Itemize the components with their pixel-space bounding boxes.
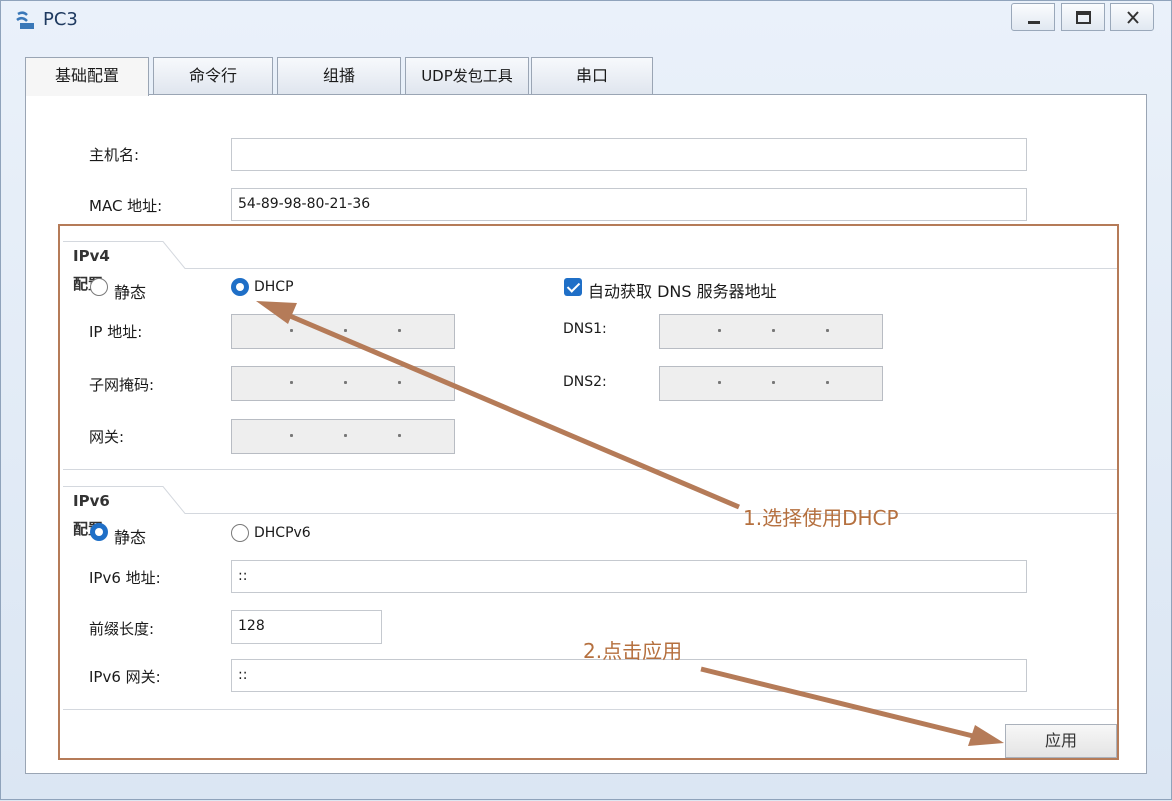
- annotation-step2: 2.点击应用: [583, 639, 683, 663]
- arrow-to-dhcp: [256, 301, 740, 510]
- tab-basic-config[interactable]: 基础配置: [25, 57, 149, 96]
- annotation-arrows: [256, 301, 1004, 746]
- annotation-step1: 1.选择使用DHCP: [743, 506, 899, 530]
- pc3-window: PC3 基础配置 命令行 组播 UDP发包工具 串口 主机名: MAC 地址: …: [0, 0, 1172, 800]
- arrow-to-apply: [700, 666, 1004, 746]
